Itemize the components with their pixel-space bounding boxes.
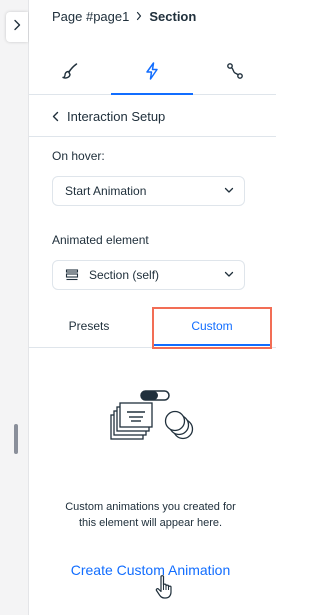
breadcrumb: Page #page1 Section: [52, 7, 196, 25]
description-line-1: Custom animations you created for: [65, 501, 236, 513]
tab-custom-label: Custom: [191, 319, 233, 333]
tab-interactions[interactable]: [111, 52, 193, 95]
create-custom-animation-button[interactable]: Create Custom Animation: [29, 562, 272, 578]
chevron-down-icon: [224, 187, 234, 194]
section-layout-icon: [65, 269, 79, 281]
breadcrumb-separator-icon: [136, 11, 142, 21]
empty-state-description: Custom animations you created for this e…: [29, 499, 272, 531]
chevron-right-icon: [13, 18, 21, 36]
chevron-down-icon: [224, 271, 234, 278]
panel-tabs: [29, 52, 276, 95]
animated-element-label: Animated element: [52, 233, 149, 247]
trigger-value: Start Animation: [65, 184, 147, 198]
chevron-left-icon: [52, 111, 59, 122]
header-divider: [29, 136, 276, 137]
interactions-panel: Page #page1 Section Interaction Setup On…: [29, 0, 276, 615]
tab-design[interactable]: [29, 52, 111, 94]
trigger-dropdown[interactable]: Start Animation: [52, 176, 245, 206]
path-curve-icon: [225, 61, 245, 86]
animated-element-dropdown[interactable]: Section (self): [52, 260, 245, 290]
back-button[interactable]: Interaction Setup: [52, 107, 165, 125]
section-title: Interaction Setup: [67, 108, 166, 124]
tab-presets-label: Presets: [68, 319, 110, 333]
brush-icon: [60, 61, 80, 86]
animation-source-tabs: Presets Custom: [29, 306, 276, 348]
expand-panel-button[interactable]: [6, 12, 28, 42]
trigger-label: On hover:: [52, 149, 105, 163]
tab-effects[interactable]: [194, 52, 276, 94]
description-line-2: this element will appear here.: [78, 517, 223, 529]
left-sidebar-strip: [0, 0, 29, 615]
sub-tabs-divider: [29, 347, 276, 348]
breadcrumb-current: Section: [149, 8, 197, 24]
tab-presets[interactable]: Presets: [29, 306, 149, 346]
animation-layers-illustration: [107, 387, 199, 457]
scroll-handle[interactable]: [14, 424, 18, 454]
editor-root: Page #page1 Section Interaction Setup On…: [0, 0, 276, 615]
breadcrumb-page-link[interactable]: Page #page1: [52, 9, 129, 24]
animated-element-value: Section (self): [89, 268, 160, 282]
tab-custom[interactable]: Custom: [153, 306, 271, 346]
lightning-icon: [142, 61, 162, 86]
